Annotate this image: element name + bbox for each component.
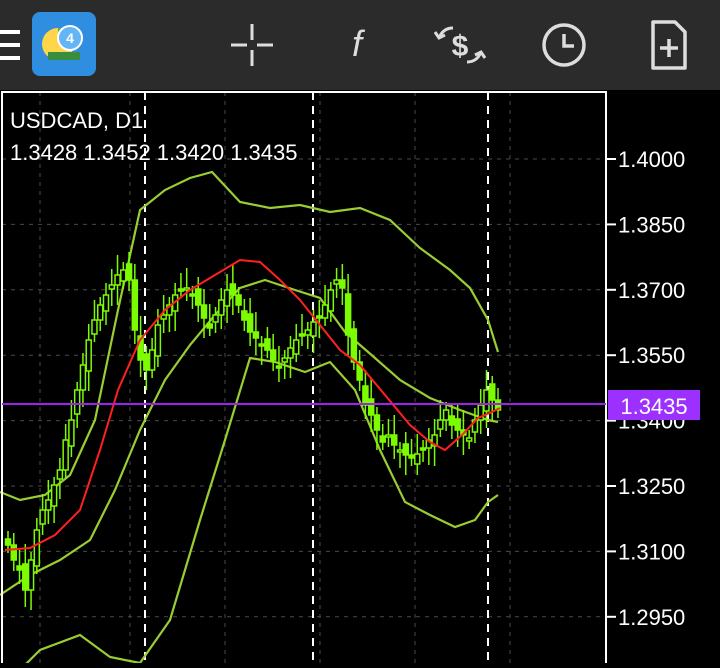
menu-button[interactable] bbox=[0, 10, 32, 80]
history-button[interactable] bbox=[529, 10, 599, 80]
metatrader-logo-icon: 4 bbox=[42, 25, 83, 60]
price-tick-label: 1.3850 bbox=[618, 212, 685, 237]
crosshair-button[interactable] bbox=[217, 10, 287, 80]
svg-text:4: 4 bbox=[66, 30, 74, 46]
svg-text:$: $ bbox=[452, 30, 469, 63]
ohlc-values-label: 1.3428 1.3452 1.3420 1.3435 bbox=[10, 140, 298, 165]
new-order-button[interactable] bbox=[633, 10, 703, 80]
indicators-button[interactable]: f bbox=[322, 10, 392, 80]
price-tick-label: 1.3250 bbox=[618, 474, 685, 499]
price-tick-label: 1.4000 bbox=[618, 147, 685, 172]
chart-canvas[interactable]: 1.40001.38501.37001.35501.34001.32501.31… bbox=[0, 90, 720, 668]
current-price-label: 1.3435 bbox=[620, 394, 687, 419]
metatrader-logo-button[interactable]: 4 bbox=[32, 12, 96, 76]
trade-icon: $ bbox=[433, 26, 487, 64]
svg-text:f: f bbox=[352, 23, 366, 64]
price-tick-label: 1.3100 bbox=[618, 539, 685, 564]
price-tick-label: 1.3550 bbox=[618, 343, 685, 368]
indicators-icon: f bbox=[352, 23, 366, 64]
hamburger-menu-icon bbox=[0, 30, 20, 60]
trade-button[interactable]: $ bbox=[425, 10, 495, 80]
symbol-timeframe-label: USDCAD, D1 bbox=[10, 108, 143, 133]
price-tick-label: 1.3700 bbox=[618, 278, 685, 303]
top-toolbar: 4 f $ bbox=[0, 0, 720, 90]
price-chart[interactable]: 1.4000 1.3850 1.3700 1.3550 1.3400 1.3250 1.31… bbox=[0, 90, 720, 668]
price-tick-label: 1.2950 bbox=[618, 605, 685, 630]
new-order-icon bbox=[651, 20, 687, 70]
clock-icon bbox=[542, 23, 586, 67]
crosshair-icon bbox=[231, 24, 273, 66]
